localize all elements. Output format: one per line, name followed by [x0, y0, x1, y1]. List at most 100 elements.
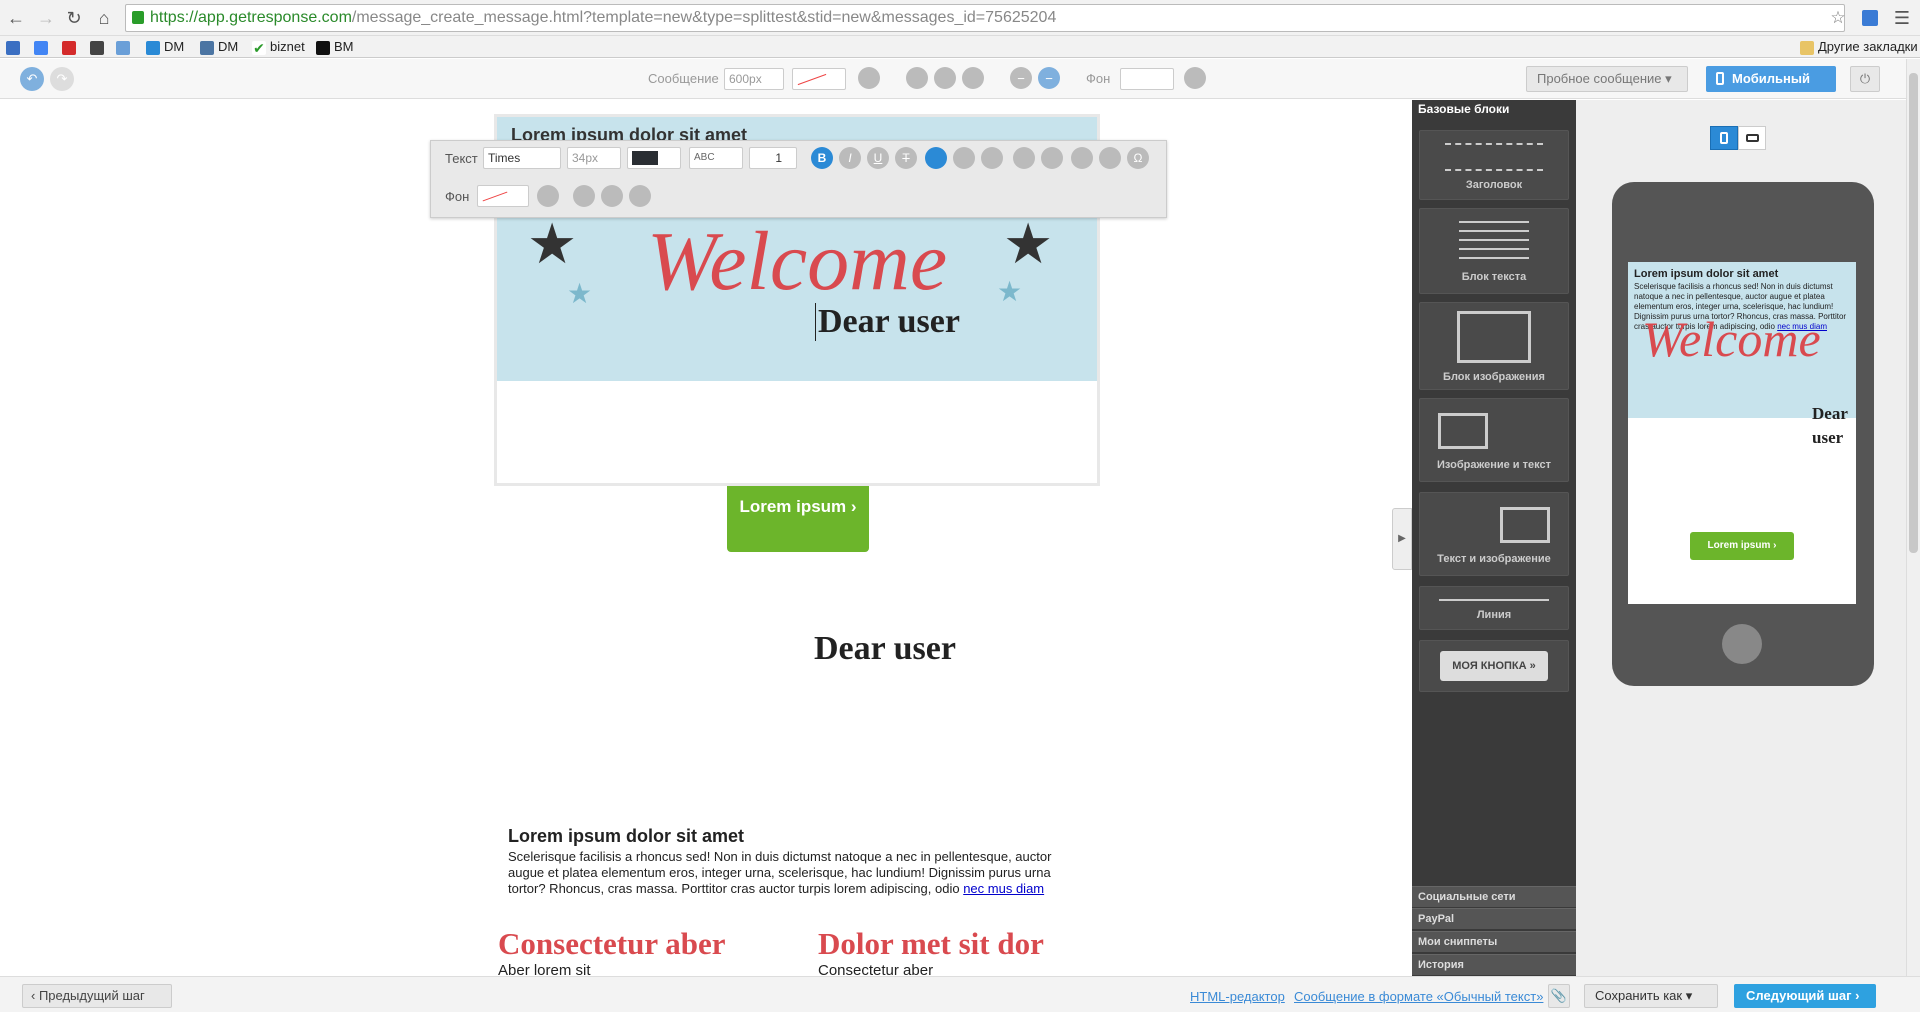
url-host: https://app.getresponse.com: [150, 9, 352, 26]
html-editor-link[interactable]: HTML-редактор: [1190, 989, 1285, 1004]
zoom-in-icon[interactable]: −: [1038, 67, 1060, 89]
column-1-title[interactable]: Consectetur aber: [498, 926, 726, 962]
redo-icon[interactable]: ↷: [50, 67, 74, 91]
scrollbar-thumb[interactable]: [1909, 73, 1918, 553]
background-color-picker[interactable]: [1120, 68, 1174, 90]
mobile-preview-panel: Lorem ipsum dolor sit amet Scelerisque f…: [1576, 100, 1920, 976]
bookmark-dm-1[interactable]: DM: [146, 39, 184, 55]
accordion-snippets[interactable]: Мои сниппеты: [1412, 931, 1576, 952]
undo-icon[interactable]: ↶: [20, 67, 44, 91]
portrait-toggle[interactable]: [1710, 126, 1738, 150]
bg-image-icon[interactable]: [1184, 67, 1206, 89]
attachment-icon[interactable]: 📎: [1548, 984, 1570, 1008]
zoom-out-icon[interactable]: −: [1010, 67, 1032, 89]
underline-icon[interactable]: U: [867, 147, 889, 169]
block-image-text[interactable]: Изображение и текст: [1419, 398, 1569, 482]
window-scrollbar[interactable]: [1906, 59, 1920, 976]
power-icon[interactable]: ⏻: [1850, 66, 1880, 92]
highlight-picker[interactable]: ABC: [689, 147, 743, 169]
block-image[interactable]: Блок изображения: [1419, 302, 1569, 390]
column-2-title[interactable]: Dolor met sit dor: [818, 926, 1044, 962]
column-1-text[interactable]: Aber lorem sit: [498, 962, 591, 976]
plain-text-link[interactable]: Сообщение в формате «Обычный текст»: [1294, 989, 1543, 1004]
translate-icon[interactable]: [1862, 10, 1878, 26]
numbered-list-icon[interactable]: [1041, 147, 1063, 169]
google-icon[interactable]: [34, 40, 48, 55]
bookmark-label: biznet: [270, 39, 305, 54]
border-icon[interactable]: [934, 67, 956, 89]
landscape-toggle[interactable]: [1738, 126, 1766, 150]
text-bg-color-picker[interactable]: [477, 185, 529, 207]
text-color-picker[interactable]: [627, 147, 681, 169]
bookmark-bm[interactable]: BM: [316, 39, 354, 55]
heading-block-icon: [1445, 143, 1543, 171]
bg-image-icon[interactable]: [537, 185, 559, 207]
accordion-paypal[interactable]: PayPal: [1412, 908, 1576, 929]
dear-user-text[interactable]: Dear user: [815, 303, 960, 341]
accordion-label: История: [1418, 959, 1464, 971]
special-char-icon[interactable]: Ω: [1127, 147, 1149, 169]
strikethrough-icon[interactable]: T: [895, 147, 917, 169]
shield-icon[interactable]: [90, 40, 104, 55]
align-left-icon[interactable]: [925, 147, 947, 169]
star-icon[interactable]: ☆: [1828, 8, 1848, 28]
welcome-text: Welcome: [647, 215, 948, 308]
tools-icon[interactable]: [962, 67, 984, 89]
mobile-button[interactable]: Мобильный: [1706, 66, 1836, 92]
test-message-dropdown[interactable]: Пробное сообщение ▾: [1526, 66, 1688, 92]
url-input[interactable]: https://app.getresponse.com/message_crea…: [125, 4, 1845, 32]
next-step-button[interactable]: Следующий шаг ›: [1734, 984, 1876, 1008]
bookmark-dm-2[interactable]: DM: [200, 39, 238, 55]
back-icon[interactable]: ←: [6, 8, 26, 28]
width-input[interactable]: 600px: [724, 68, 784, 90]
accordion-history[interactable]: История: [1412, 954, 1576, 975]
image-icon[interactable]: [858, 67, 880, 89]
bullet-list-icon[interactable]: [1013, 147, 1035, 169]
other-bookmarks-label: Другие закладки: [1818, 39, 1918, 54]
my-button-label: МОЯ КНОПКА »: [1440, 651, 1548, 681]
home-button-icon: [1722, 624, 1762, 664]
padding-icon[interactable]: [906, 67, 928, 89]
tools-icon[interactable]: [629, 185, 651, 207]
accordion-social[interactable]: Социальные сети: [1412, 886, 1576, 907]
background-label: Фон: [1086, 71, 1111, 86]
bookmark-biznet[interactable]: ✔ biznet: [252, 39, 305, 55]
dear-user-heading[interactable]: Dear user: [814, 630, 956, 668]
phone-frame: Lorem ipsum dolor sit amet Scelerisque f…: [1612, 182, 1874, 686]
border-icon[interactable]: [601, 185, 623, 207]
other-bookmarks[interactable]: Другие закладки: [1800, 39, 1918, 55]
padding-icon[interactable]: [573, 185, 595, 207]
line-height-input[interactable]: 1: [749, 147, 797, 169]
italic-icon[interactable]: I: [839, 147, 861, 169]
paragraph-link[interactable]: nec mus diam: [963, 881, 1044, 896]
block-line[interactable]: Линия: [1419, 586, 1569, 630]
font-select[interactable]: Times: [483, 147, 561, 169]
block-text-image[interactable]: Текст и изображение: [1419, 492, 1569, 576]
home-icon[interactable]: ⌂: [94, 8, 114, 28]
align-center-icon[interactable]: [953, 147, 975, 169]
save-as-dropdown[interactable]: Сохранить как ▾: [1584, 984, 1718, 1008]
text-block[interactable]: Lorem ipsum dolor sit amet Scelerisque f…: [508, 826, 1082, 897]
personalize-icon[interactable]: [1099, 147, 1121, 169]
prev-step-button[interactable]: ‹ Предыдущий шаг: [22, 984, 172, 1008]
reload-icon[interactable]: ↻: [64, 8, 84, 28]
font-size-input[interactable]: 34px: [567, 147, 621, 169]
text-format-toolbar: Текст Times 34px ABC 1 B I U T Ω Фон: [430, 140, 1167, 218]
bottom-bar: ‹ Предыдущий шаг HTML-редактор Сообщение…: [0, 976, 1920, 1012]
block-my-button[interactable]: МОЯ КНОПКА »: [1419, 640, 1569, 692]
email-canvas: Lorem ipsum dolor sit amet ★ ★ ★ ★ Welco…: [0, 100, 1412, 976]
align-right-icon[interactable]: [981, 147, 1003, 169]
translate-bookmark-icon[interactable]: [116, 40, 130, 55]
block-heading[interactable]: Заголовок: [1419, 130, 1569, 200]
link-icon[interactable]: [1071, 147, 1093, 169]
cta-button[interactable]: Lorem ipsum ›: [727, 486, 869, 552]
block-text[interactable]: Блок текста: [1419, 208, 1569, 294]
forward-icon[interactable]: →: [36, 8, 56, 28]
column-2-text[interactable]: Consectetur aber: [818, 962, 933, 976]
sidebar-toggle[interactable]: ▶: [1392, 508, 1412, 570]
apps-icon[interactable]: [6, 40, 20, 55]
bold-icon[interactable]: B: [811, 147, 833, 169]
message-color-picker[interactable]: [792, 68, 846, 90]
menu-icon[interactable]: ☰: [1892, 8, 1912, 28]
youtube-icon[interactable]: [62, 40, 76, 55]
